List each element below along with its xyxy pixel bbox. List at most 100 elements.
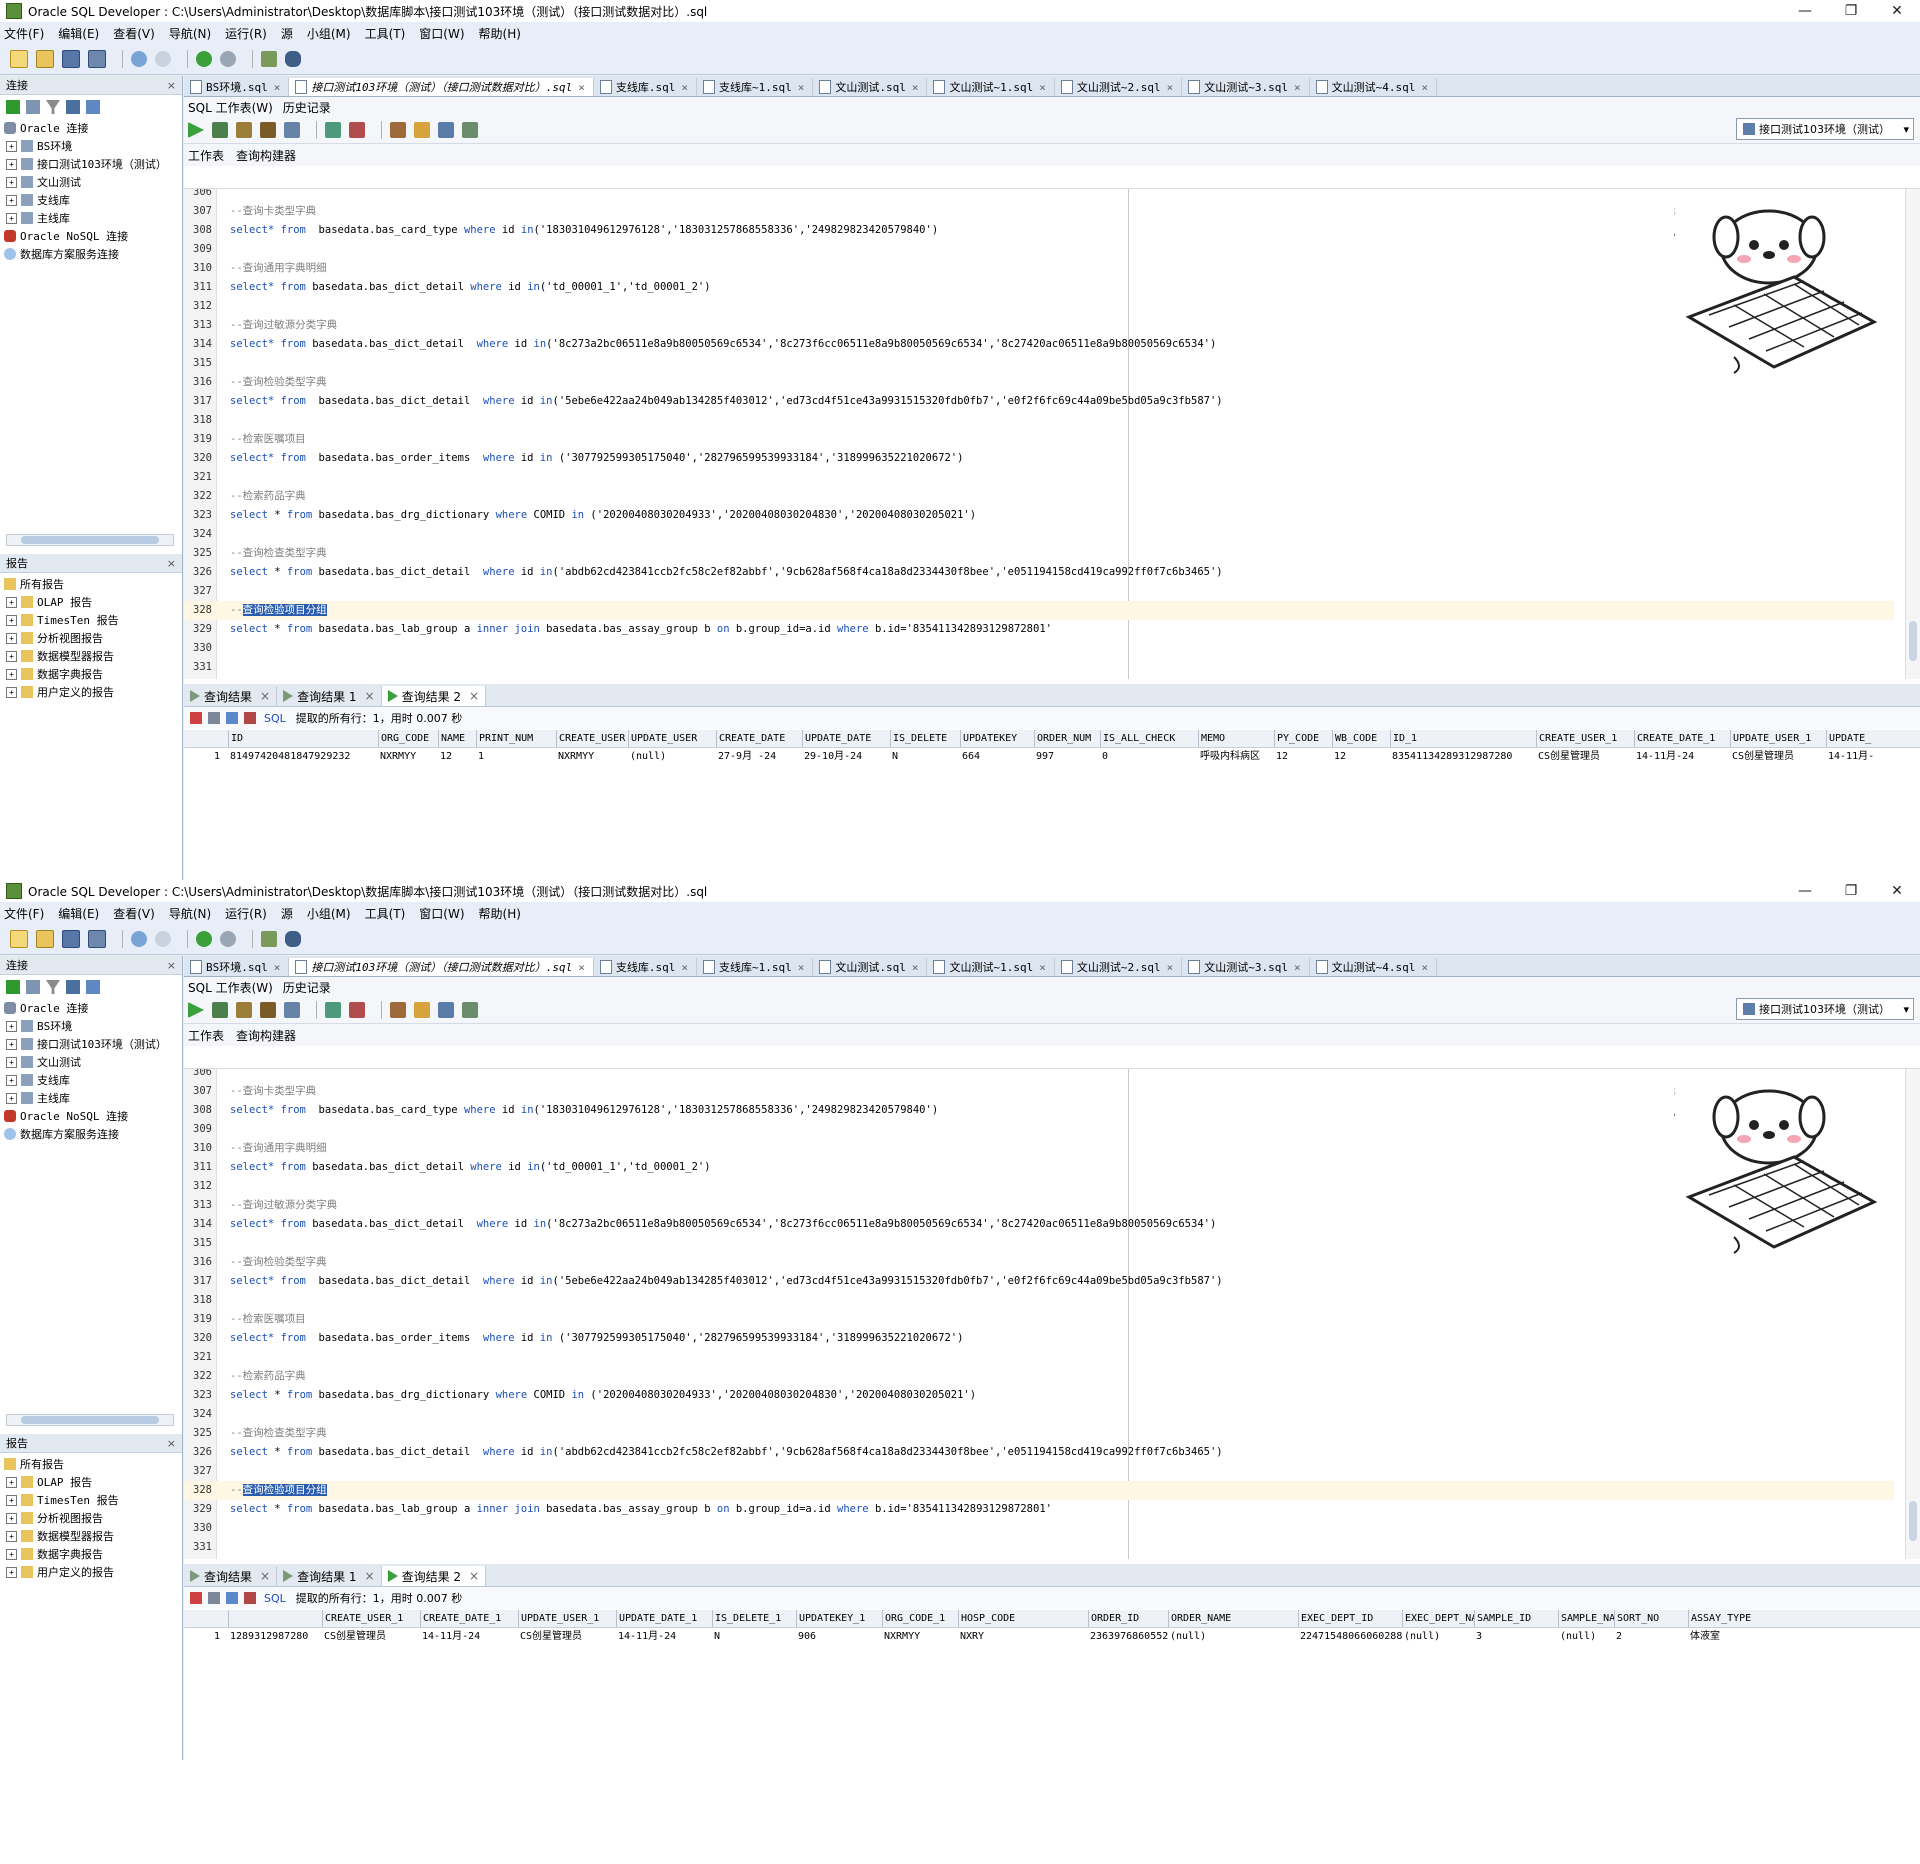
- editor-line[interactable]: 314 select* from basedata.bas_dict_detail…: [184, 1215, 1894, 1234]
- result-tab-query-result-2[interactable]: 查询结果 2 ×: [381, 686, 487, 706]
- editor-line[interactable]: 310 --查询通用字典明细: [184, 1139, 1894, 1158]
- column-header[interactable]: UPDATE_: [1826, 730, 1916, 747]
- unshared-sql-icon[interactable]: [390, 1002, 406, 1018]
- editor-line[interactable]: 317 select* from basedata.bas_dict_detail…: [184, 392, 1894, 411]
- pin-icon[interactable]: [190, 712, 202, 724]
- print-icon[interactable]: [208, 1592, 220, 1604]
- sql-worksheet-icon[interactable]: [261, 51, 277, 67]
- commit-icon[interactable]: [236, 1002, 252, 1018]
- tab-history[interactable]: 历史记录: [283, 979, 331, 996]
- run-script-icon[interactable]: [212, 1002, 228, 1018]
- editor-line[interactable]: 307 --查询卡类型字典: [184, 202, 1894, 221]
- column-header[interactable]: UPDATE_USER_1: [1730, 730, 1826, 747]
- editor-line[interactable]: 323 select * from basedata.bas_drg_dictio…: [184, 506, 1894, 525]
- sql-link[interactable]: SQL: [264, 712, 286, 725]
- table-cell[interactable]: N: [890, 748, 960, 765]
- rollback-icon[interactable]: [260, 122, 276, 138]
- result-tab-query-result[interactable]: 查询结果 ×: [184, 686, 278, 706]
- refresh-icon[interactable]: [26, 100, 40, 114]
- tree-item-branch-db[interactable]: + 支线库: [0, 1071, 182, 1089]
- explain-plan-icon[interactable]: [284, 1002, 300, 1018]
- history-icon[interactable]: [438, 1002, 454, 1018]
- editor-line[interactable]: 316 --查询检验类型字典: [184, 1253, 1894, 1272]
- close-tab-icon[interactable]: ×: [469, 689, 479, 703]
- menu-tools[interactable]: 工具(T): [365, 905, 406, 922]
- run-statement-icon[interactable]: [188, 1002, 204, 1018]
- editor-line[interactable]: 306: [184, 189, 1894, 202]
- column-header[interactable]: ID_1: [1390, 730, 1536, 747]
- close-tab-icon[interactable]: ×: [1294, 961, 1301, 974]
- tab-sql-worksheet[interactable]: SQL 工作表(W): [188, 99, 273, 116]
- close-tab-icon[interactable]: ×: [365, 689, 375, 703]
- save-icon[interactable]: [62, 50, 80, 68]
- scrollbar-thumb[interactable]: [21, 1416, 159, 1424]
- find-binoculars-icon[interactable]: [285, 51, 301, 67]
- file-tab-bs-env[interactable]: BS环境.sql ×: [184, 78, 290, 96]
- menu-navigate[interactable]: 导航(N): [169, 905, 211, 922]
- table-cell[interactable]: (null): [628, 748, 716, 765]
- undo-icon[interactable]: [131, 51, 147, 67]
- forward-icon[interactable]: [220, 931, 236, 947]
- editor-line[interactable]: 325 --查询检查类型字典: [184, 544, 1894, 563]
- editor-line[interactable]: 331: [184, 1538, 1894, 1557]
- close-button[interactable]: ✕: [1874, 883, 1920, 899]
- table-cell[interactable]: NXRMYY: [378, 748, 438, 765]
- expand-icon[interactable]: +: [6, 1512, 17, 1524]
- editor-line[interactable]: 319 --检索医嘱项目: [184, 430, 1894, 449]
- editor-vertical-scrollbar[interactable]: [1905, 189, 1920, 679]
- tree-item-data-dictionary-reports[interactable]: + 数据字典报告: [0, 665, 182, 683]
- column-header[interactable]: SORT_NO: [1614, 1610, 1688, 1627]
- editor-line[interactable]: 308 select* from basedata.bas_card_type w…: [184, 1101, 1894, 1120]
- schema-browser-icon[interactable]: [66, 100, 80, 114]
- editor-line[interactable]: 320 select* from basedata.bas_order_items…: [184, 449, 1894, 468]
- tab-worksheet[interactable]: 工作表: [188, 147, 224, 164]
- table-cell[interactable]: 224715480660602880: [1298, 1628, 1402, 1645]
- expand-icon[interactable]: +: [6, 632, 17, 644]
- file-tab-wenshan-3[interactable]: 文山测试~3.sql ×: [1182, 78, 1310, 96]
- file-tab-wenshan-3[interactable]: 文山测试~3.sql ×: [1182, 958, 1310, 976]
- editor-line[interactable]: 312: [184, 297, 1894, 316]
- column-header[interactable]: UPDATEKEY_1: [796, 1610, 882, 1627]
- reports-panel-close[interactable]: ×: [167, 557, 176, 570]
- tree-item-data-modeler-reports[interactable]: + 数据模型器报告: [0, 647, 182, 665]
- table-row[interactable]: 1 814974204818479292​32 NXRMYY 12 1 NXRMYY (nu…: [184, 748, 1920, 765]
- sql-tuning-icon[interactable]: [349, 1002, 365, 1018]
- close-tab-icon[interactable]: ×: [798, 81, 805, 94]
- table-cell[interactable]: NXRMYY: [556, 748, 628, 765]
- minimize-button[interactable]: —: [1782, 3, 1828, 19]
- expand-icon[interactable]: +: [6, 1038, 17, 1050]
- tree-item-main-db[interactable]: + 主线库: [0, 1089, 182, 1107]
- tab-query-builder[interactable]: 查询构建器: [236, 1027, 296, 1044]
- menu-source[interactable]: 源: [281, 25, 293, 42]
- editor-line[interactable]: 307 --查询卡类型字典: [184, 1082, 1894, 1101]
- column-header[interactable]: ORDER_NUM: [1034, 730, 1100, 747]
- close-tab-icon[interactable]: ×: [1167, 961, 1174, 974]
- menu-edit[interactable]: 编辑(E): [58, 25, 99, 42]
- close-tab-icon[interactable]: ×: [274, 961, 281, 974]
- table-cell[interactable]: 14-11月-24: [616, 1628, 712, 1645]
- connections-scrollbar[interactable]: [6, 534, 174, 546]
- close-tab-icon[interactable]: ×: [578, 81, 585, 94]
- table-cell[interactable]: 12: [1332, 748, 1390, 765]
- editor-line[interactable]: 323 select * from basedata.bas_drg_dictio…: [184, 1386, 1894, 1405]
- menu-tools[interactable]: 工具(T): [365, 25, 406, 42]
- connection-selector[interactable]: 接口测试103环境（测试） ▾: [1736, 998, 1914, 1020]
- column-header[interactable]: ORG_CODE_1: [882, 1610, 958, 1627]
- column-header[interactable]: EXEC_DEPT_NAME: [1402, 1610, 1474, 1627]
- tree-item-bs-env[interactable]: + BS环境: [0, 137, 182, 155]
- column-header[interactable]: IS_ALL_CHECK: [1100, 730, 1198, 747]
- editor-line[interactable]: 318: [184, 1291, 1894, 1310]
- tree-item-cloud-service[interactable]: 数据库方案服务连接: [0, 245, 182, 263]
- expand-icon[interactable]: +: [6, 212, 17, 224]
- tree-item-test103-env[interactable]: + 接口测试103环境（测试）: [0, 155, 182, 173]
- connection-selector[interactable]: 接口测试103环境（测试） ▾: [1736, 118, 1914, 140]
- table-cell[interactable]: CS创星管理员: [322, 1628, 420, 1645]
- menu-view[interactable]: 查看(V): [113, 25, 155, 42]
- column-header[interactable]: ORDER_NAME: [1168, 1610, 1298, 1627]
- editor-line[interactable]: 312: [184, 1177, 1894, 1196]
- table-cell[interactable]: 1289312987280: [228, 1628, 322, 1645]
- tree-item-all-reports[interactable]: 所有报告: [0, 575, 182, 593]
- table-cell[interactable]: 906: [796, 1628, 882, 1645]
- file-tab-test103[interactable]: 接口测试103环境（测试）（接口测试数据对比）.sql ×: [289, 78, 594, 96]
- close-tab-icon[interactable]: ×: [681, 81, 688, 94]
